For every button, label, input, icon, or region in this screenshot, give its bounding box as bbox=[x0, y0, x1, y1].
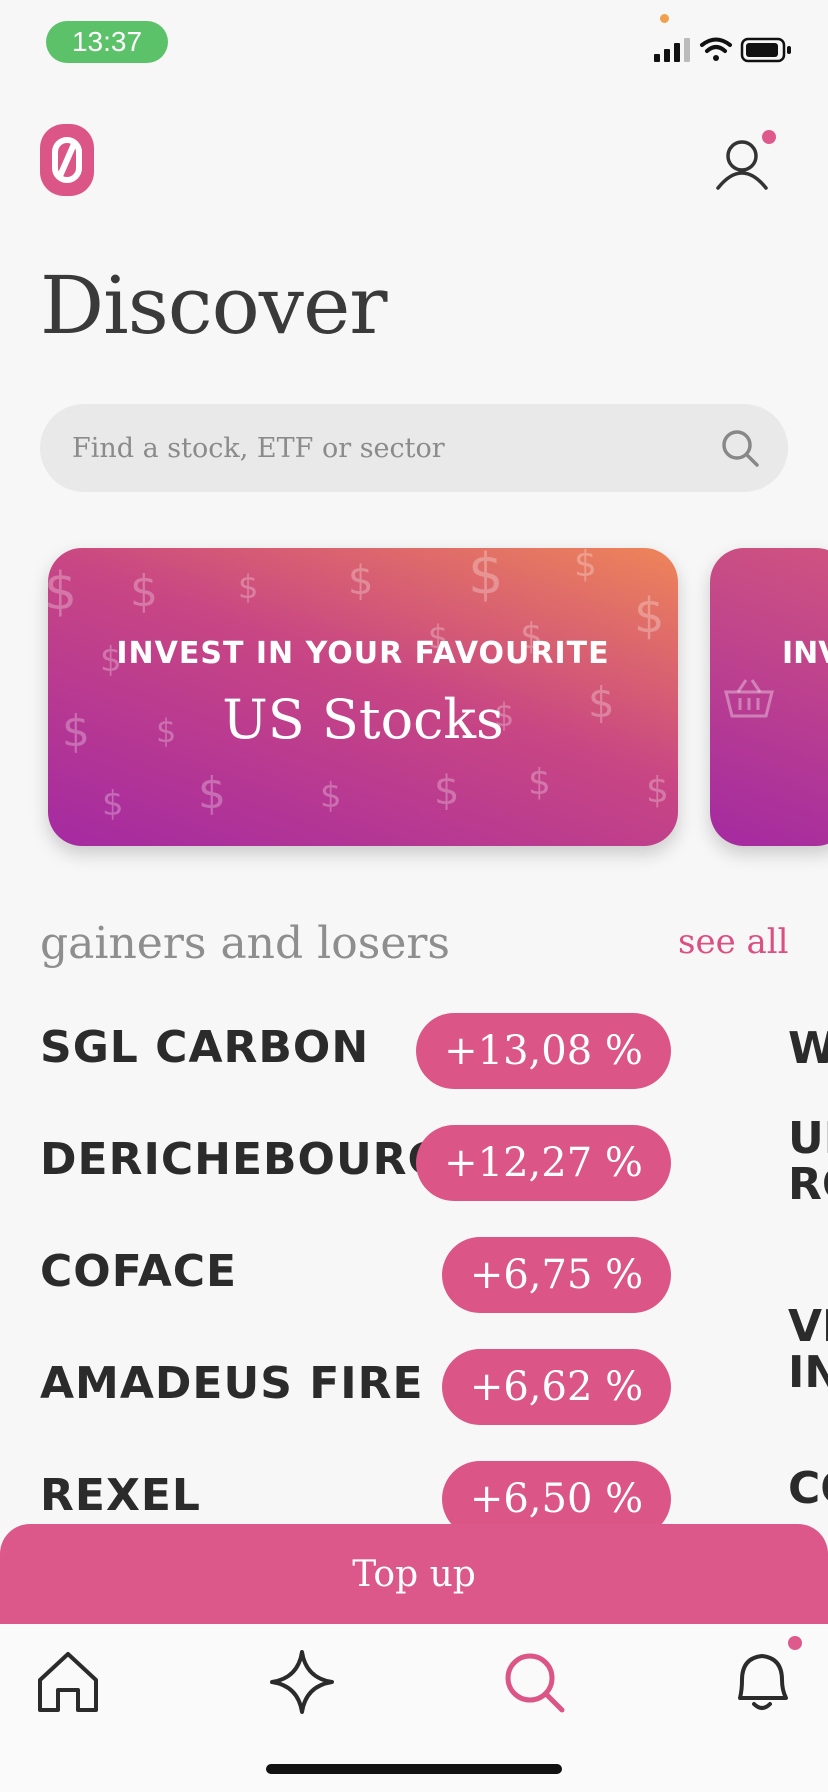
search-bar[interactable] bbox=[40, 404, 788, 492]
promo-card-us-stocks[interactable]: $ $ $ $ $ $ $ $ $ $ $ $ $ $ $ $ $ $ $ $ … bbox=[48, 548, 678, 846]
change-badge[interactable]: +13,08 % bbox=[416, 1013, 671, 1089]
status-time: 13:37 bbox=[46, 21, 168, 63]
stock-name[interactable]: REXEL bbox=[40, 1470, 201, 1521]
search-icon[interactable] bbox=[492, 1640, 576, 1724]
app-logo bbox=[40, 124, 94, 196]
battery-icon bbox=[740, 37, 791, 63]
bell-icon[interactable] bbox=[720, 1640, 804, 1724]
section-title-gainers-losers: gainers and losers bbox=[40, 918, 450, 969]
stock-name-cut[interactable]: UI RO bbox=[788, 1116, 828, 1208]
profile-button[interactable] bbox=[708, 128, 778, 198]
wifi-icon bbox=[700, 37, 732, 61]
stock-name-cut[interactable]: CO bbox=[788, 1466, 828, 1512]
change-badge[interactable]: +12,27 % bbox=[416, 1125, 671, 1201]
see-all-link[interactable]: see all bbox=[678, 922, 789, 962]
page-title: Discover bbox=[40, 259, 388, 352]
stock-name[interactable]: AMADEUS FIRE bbox=[40, 1358, 424, 1409]
card-eyebrow: INVEST IN YOUR FAVOURITE bbox=[116, 636, 610, 671]
change-badge[interactable]: +6,62 % bbox=[442, 1349, 671, 1425]
change-badge[interactable]: +6,75 % bbox=[442, 1237, 671, 1313]
stock-name[interactable]: SGL CARBON bbox=[40, 1022, 369, 1073]
promo-card-next[interactable]: INV bbox=[710, 548, 828, 846]
stock-name-cut[interactable]: VI IN bbox=[788, 1304, 828, 1396]
profile-notification-dot bbox=[762, 130, 776, 144]
search-icon[interactable] bbox=[720, 428, 760, 468]
dollar-pattern: $ bbox=[48, 562, 78, 622]
basket-icon bbox=[724, 679, 774, 718]
bell-notification-dot bbox=[788, 1636, 802, 1650]
stock-name-cut[interactable]: W bbox=[788, 1026, 828, 1072]
home-icon[interactable] bbox=[26, 1640, 110, 1724]
stock-name[interactable]: DERICHEBOURG bbox=[40, 1134, 445, 1185]
stock-name[interactable]: COFACE bbox=[40, 1246, 237, 1297]
card-eyebrow: INV bbox=[782, 636, 828, 671]
search-input[interactable] bbox=[70, 431, 694, 465]
status-icons bbox=[654, 37, 791, 63]
top-up-button[interactable]: Top up bbox=[0, 1524, 828, 1624]
cellular-signal-icon bbox=[654, 38, 690, 62]
sparkle-icon[interactable] bbox=[260, 1640, 344, 1724]
home-indicator bbox=[266, 1764, 562, 1774]
privacy-indicator-dot bbox=[660, 14, 669, 23]
card-title: US Stocks bbox=[222, 688, 504, 751]
